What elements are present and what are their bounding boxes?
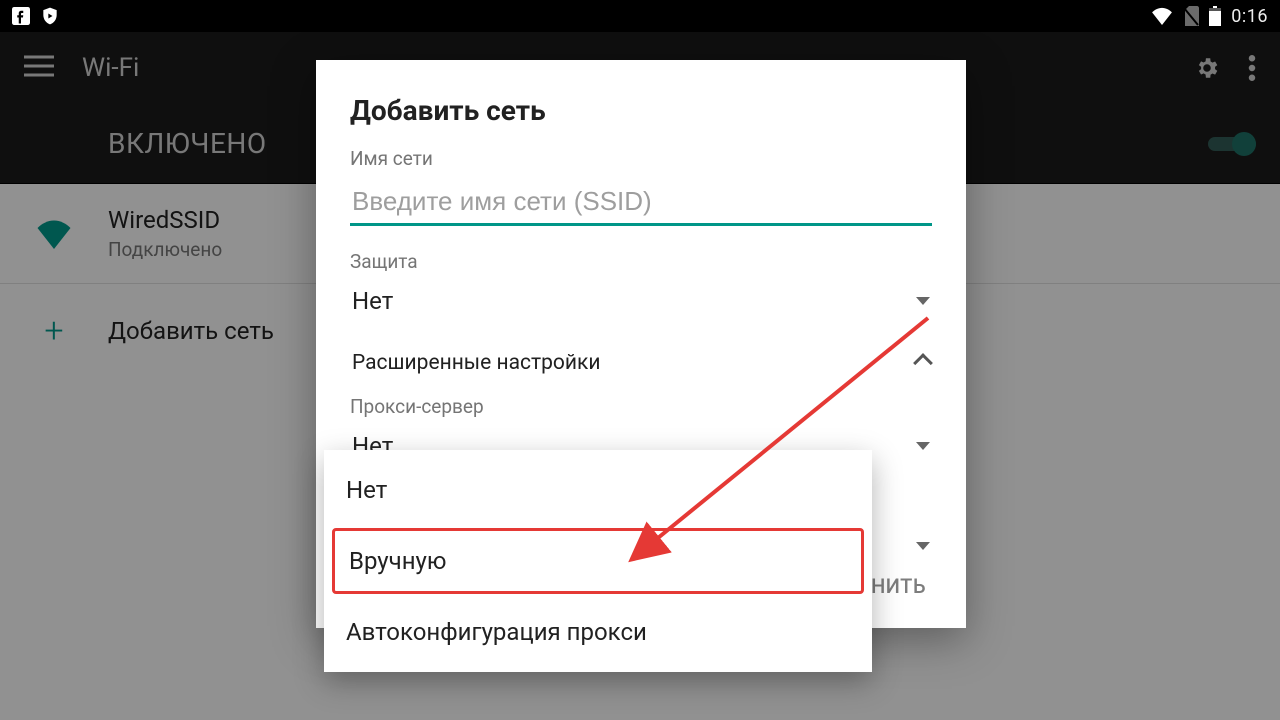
security-field-label: Защита [350, 250, 932, 273]
dropdown-arrow-icon [916, 442, 930, 450]
battery-icon [1209, 6, 1221, 26]
chevron-up-icon [913, 353, 933, 373]
facebook-icon [12, 7, 30, 25]
proxy-field-label: Прокси-сервер [350, 395, 932, 418]
proxy-option-manual[interactable]: Вручную [332, 528, 864, 594]
wifi-full-icon [1151, 7, 1173, 25]
android-status-bar: 0:16 [0, 0, 1280, 32]
dialog-title: Добавить сеть [350, 94, 932, 127]
dropdown-arrow-icon [916, 297, 930, 305]
ssid-field-label: Имя сети [350, 147, 932, 170]
dropdown-arrow-icon [916, 542, 930, 550]
advanced-expand-row[interactable]: Расширенные настройки [350, 323, 932, 385]
no-sim-icon [1183, 6, 1199, 26]
security-select[interactable]: Нет [350, 273, 932, 323]
proxy-dropdown-menu: Нет Вручную Автоконфигурация прокси [324, 450, 872, 672]
proxy-option-autoconfig[interactable]: Автоконфигурация прокси [324, 598, 872, 666]
proxy-option-none[interactable]: Нет [324, 456, 872, 524]
status-clock: 0:16 [1231, 6, 1268, 27]
advanced-label: Расширенные настройки [352, 351, 600, 375]
security-select-value: Нет [352, 287, 393, 315]
shield-play-icon [40, 6, 60, 26]
ssid-input[interactable] [350, 176, 932, 226]
